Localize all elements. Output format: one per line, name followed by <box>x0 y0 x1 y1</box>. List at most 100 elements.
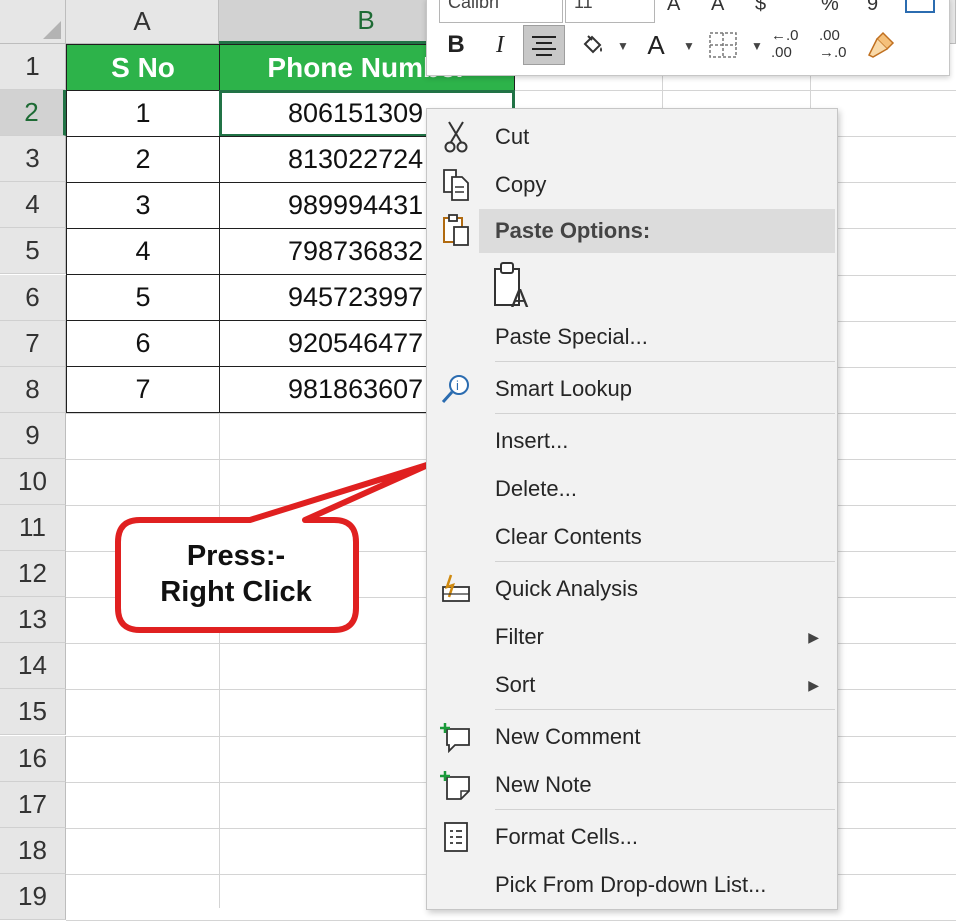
menu-item-smart-lookup[interactable]: i Smart Lookup <box>427 367 837 411</box>
menu-item-paste-special[interactable]: Paste Special... <box>427 315 837 359</box>
row-header[interactable]: 10 <box>0 458 66 505</box>
menu-item-copy[interactable]: Copy <box>427 163 837 207</box>
menu-item-clear-contents[interactable]: Clear Contents <box>427 515 837 559</box>
decrease-decimal-bottom: →.0 <box>819 44 847 61</box>
copy-icon <box>439 168 473 202</box>
menu-item-label: Sort <box>495 672 536 697</box>
menu-item-label: Paste Options: <box>495 218 651 243</box>
comma-style-icon[interactable]: 9 <box>867 0 878 16</box>
row-header[interactable]: 4 <box>0 182 66 229</box>
row-header[interactable]: 5 <box>0 228 66 275</box>
row-header[interactable]: 13 <box>0 597 66 644</box>
row-header[interactable]: 9 <box>0 412 66 459</box>
percent-format-icon[interactable]: % <box>821 0 839 16</box>
table-cell-sno[interactable]: 6 <box>66 320 220 367</box>
font-color-dropdown-icon[interactable]: ▼ <box>683 39 695 53</box>
increase-decimal-bottom: .00 <box>771 44 792 61</box>
row-header[interactable]: 15 <box>0 689 66 736</box>
row-header[interactable]: 12 <box>0 551 66 598</box>
row-header[interactable]: 17 <box>0 781 66 828</box>
new-comment-icon <box>439 720 473 754</box>
format-painter-icon <box>867 31 895 58</box>
callout-text: Press:- Right Click <box>114 518 358 630</box>
smart-lookup-icon: i <box>439 372 473 406</box>
menu-item-label: Delete... <box>495 476 577 501</box>
menu-item-filter[interactable]: Filter ▶ <box>427 615 837 659</box>
increase-decimal-button[interactable]: ←.0 .00 <box>771 27 811 65</box>
menu-item-label: New Comment <box>495 724 641 749</box>
menu-item-label: Cut <box>495 124 530 149</box>
row-header[interactable]: 1 <box>0 44 66 91</box>
menu-item-label: Smart Lookup <box>495 376 632 401</box>
menu-item-new-note[interactable]: New Note <box>427 763 837 807</box>
table-cell-sno[interactable]: 5 <box>66 274 220 321</box>
menu-item-label: Pick From Drop-down List... <box>495 872 767 897</box>
table-cell-sno[interactable]: 2 <box>66 136 220 183</box>
svg-text:A: A <box>511 283 529 311</box>
decrease-decimal-button[interactable]: .00 →.0 <box>819 27 859 65</box>
fill-color-dropdown-icon[interactable]: ▼ <box>617 39 629 53</box>
row-header[interactable]: 11 <box>0 505 66 552</box>
menu-item-label: Format Cells... <box>495 824 639 849</box>
column-header-a[interactable]: A <box>66 0 219 44</box>
row-header[interactable]: 6 <box>0 274 66 321</box>
table-cell-sno[interactable]: 3 <box>66 182 220 229</box>
format-table-icon[interactable] <box>905 0 935 13</box>
grow-font-icon[interactable]: A <box>667 0 680 16</box>
menu-item-new-comment[interactable]: New Comment <box>427 715 837 759</box>
center-align-button[interactable] <box>523 25 565 65</box>
row-header[interactable]: 3 <box>0 136 66 183</box>
shrink-font-icon[interactable]: A <box>711 0 724 16</box>
paste-options-icon <box>439 213 473 247</box>
row-header[interactable]: 2 <box>0 90 66 137</box>
paint-bucket-icon <box>583 35 602 54</box>
menu-item-label: Insert... <box>495 428 569 453</box>
menu-item-cut[interactable]: Cut <box>427 115 837 159</box>
format-painter-button[interactable] <box>863 25 899 65</box>
quick-analysis-icon <box>439 572 473 606</box>
font-size-combo[interactable]: 11 <box>565 0 655 23</box>
context-menu: Cut Copy Paste Options: A Paste Special.… <box>426 108 838 910</box>
menu-item-quick-analysis[interactable]: Quick Analysis <box>427 567 837 611</box>
menu-item-sort[interactable]: Sort ▶ <box>427 663 837 707</box>
currency-format-icon[interactable]: $ <box>755 0 766 16</box>
new-note-icon <box>439 768 473 802</box>
table-cell-sno[interactable]: 4 <box>66 228 220 275</box>
menu-item-format-cells[interactable]: Format Cells... <box>427 815 837 859</box>
svg-text:i: i <box>456 378 459 393</box>
menu-item-delete[interactable]: Delete... <box>427 467 837 511</box>
row-header[interactable]: 7 <box>0 320 66 367</box>
select-all-corner[interactable] <box>0 0 66 44</box>
decrease-decimal-top: .00 <box>819 27 840 44</box>
paste-values-button[interactable]: A <box>491 259 535 313</box>
spreadsheet: A B 1 2 3 4 5 6 7 8 9 10 11 12 13 14 15 16 17 18 19 S No P… <box>0 0 956 921</box>
row-header[interactable]: 8 <box>0 366 66 413</box>
font-color-button[interactable]: A <box>639 25 673 65</box>
format-cells-icon <box>439 820 473 854</box>
bold-button[interactable]: B <box>439 25 473 65</box>
borders-dropdown-icon[interactable]: ▼ <box>751 39 763 53</box>
align-center-icon <box>532 36 556 56</box>
fill-color-button[interactable] <box>575 25 609 65</box>
menu-separator <box>495 709 835 710</box>
paste-icon: A <box>494 262 529 313</box>
row-header[interactable]: 14 <box>0 643 66 690</box>
callout-line-2: Right Click <box>160 576 312 608</box>
menu-item-label: Quick Analysis <box>495 576 639 601</box>
table-header-sno[interactable]: S No <box>66 44 220 91</box>
table-cell-sno[interactable]: 1 <box>66 90 220 137</box>
menu-item-label: Clear Contents <box>495 524 642 549</box>
row-header[interactable]: 18 <box>0 827 66 874</box>
menu-item-pick-from-list[interactable]: Pick From Drop-down List... <box>427 863 837 907</box>
table-cell-sno[interactable]: 7 <box>66 366 220 413</box>
menu-item-label: Paste Special... <box>495 324 648 349</box>
menu-separator <box>495 361 835 362</box>
font-name-combo[interactable]: Calibri <box>439 0 563 23</box>
borders-button[interactable] <box>705 25 741 65</box>
row-header[interactable]: 19 <box>0 873 66 920</box>
menu-item-insert[interactable]: Insert... <box>427 419 837 463</box>
italic-button[interactable]: I <box>483 25 517 65</box>
menu-item-label: Copy <box>495 172 547 197</box>
row-header[interactable]: 16 <box>0 735 66 782</box>
menu-separator <box>495 809 835 810</box>
